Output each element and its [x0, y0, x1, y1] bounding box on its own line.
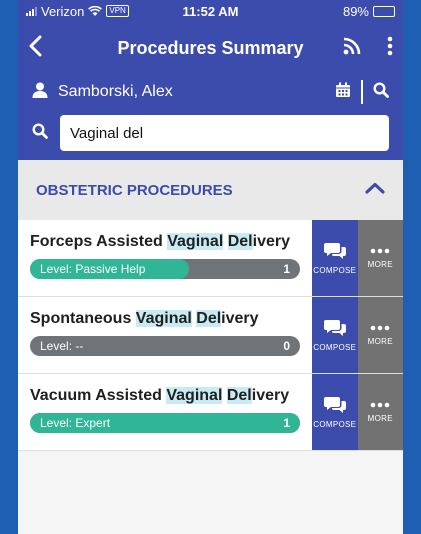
compose-label: COMPOSE: [313, 342, 357, 352]
back-icon[interactable]: [28, 33, 52, 64]
frame-right: [403, 0, 421, 534]
user-row: Samborski, Alex: [18, 74, 403, 110]
level-count: 0: [283, 339, 290, 353]
app-screen: Verizon VPN 11:52 AM 89% Procedures Summ…: [18, 0, 403, 534]
more-button[interactable]: MORE: [357, 297, 403, 373]
user-actions: [335, 80, 389, 104]
level-count: 1: [283, 262, 290, 276]
section-title: OBSTETRIC PROCEDURES: [36, 181, 233, 199]
rss-icon[interactable]: [343, 37, 361, 60]
section-header-obstetric[interactable]: OBSTETRIC PROCEDURES: [18, 160, 403, 220]
more-label: MORE: [367, 336, 393, 346]
user-name: Samborski, Alex: [58, 83, 173, 100]
more-horizontal-icon: [370, 248, 390, 253]
compose-button[interactable]: COMPOSE: [312, 220, 358, 296]
level-label: Level: Passive Help: [40, 262, 146, 276]
search-row: [18, 110, 403, 156]
battery-icon: [373, 5, 395, 17]
more-button[interactable]: MORE: [357, 374, 403, 450]
compose-label: COMPOSE: [313, 419, 357, 429]
divider: [361, 80, 363, 104]
nav-actions: [343, 36, 393, 61]
procedure-content[interactable]: Forceps Assisted Vaginal Delivery Level:…: [18, 220, 312, 296]
compose-button[interactable]: COMPOSE: [312, 297, 358, 373]
compose-button[interactable]: COMPOSE: [312, 374, 358, 450]
search-toggle-icon[interactable]: [373, 81, 389, 103]
procedure-name: Vacuum Assisted Vaginal Delivery: [30, 387, 290, 404]
comment-icon: [323, 396, 346, 413]
compose-label: COMPOSE: [313, 265, 357, 275]
search-icon: [32, 122, 48, 144]
list-item[interactable]: Spontaneous Vaginal Delivery Level: -- 0…: [18, 297, 403, 374]
more-horizontal-icon: [370, 325, 390, 330]
procedure-name: Forceps Assisted Vaginal Delivery: [30, 233, 290, 250]
person-icon: [32, 82, 48, 103]
calendar-icon[interactable]: [335, 82, 351, 103]
level-label: Level: --: [40, 339, 84, 353]
level-count: 1: [283, 416, 290, 430]
frame-left: [0, 0, 18, 534]
nav-bar: Procedures Summary: [18, 22, 403, 74]
level-label: Level: Expert: [40, 416, 111, 430]
status-bar: Verizon VPN 11:52 AM 89%: [18, 0, 403, 22]
status-time: 11:52 AM: [182, 3, 239, 19]
procedure-content[interactable]: Spontaneous Vaginal Delivery Level: -- 0: [18, 297, 312, 373]
procedure-content[interactable]: Vacuum Assisted Vaginal Delivery Level: …: [18, 374, 312, 450]
level-bar: Level: Passive Help 1: [30, 259, 300, 279]
level-bar: Level: Expert 1: [30, 413, 300, 433]
chevron-up-icon[interactable]: [365, 181, 385, 199]
search-input[interactable]: [60, 115, 389, 151]
more-button[interactable]: MORE: [357, 220, 403, 296]
list-item[interactable]: Forceps Assisted Vaginal Delivery Level:…: [18, 220, 403, 297]
list-item[interactable]: Vacuum Assisted Vaginal Delivery Level: …: [18, 374, 403, 451]
more-vertical-icon[interactable]: [387, 36, 393, 61]
procedure-list: OBSTETRIC PROCEDURES Forceps Assisted Va…: [18, 160, 403, 534]
level-bar: Level: -- 0: [30, 336, 300, 356]
more-label: MORE: [367, 413, 393, 423]
procedure-name: Spontaneous Vaginal Delivery: [30, 310, 259, 327]
more-horizontal-icon: [370, 402, 390, 407]
comment-icon: [323, 319, 346, 336]
comment-icon: [323, 242, 346, 259]
more-label: MORE: [367, 259, 393, 269]
